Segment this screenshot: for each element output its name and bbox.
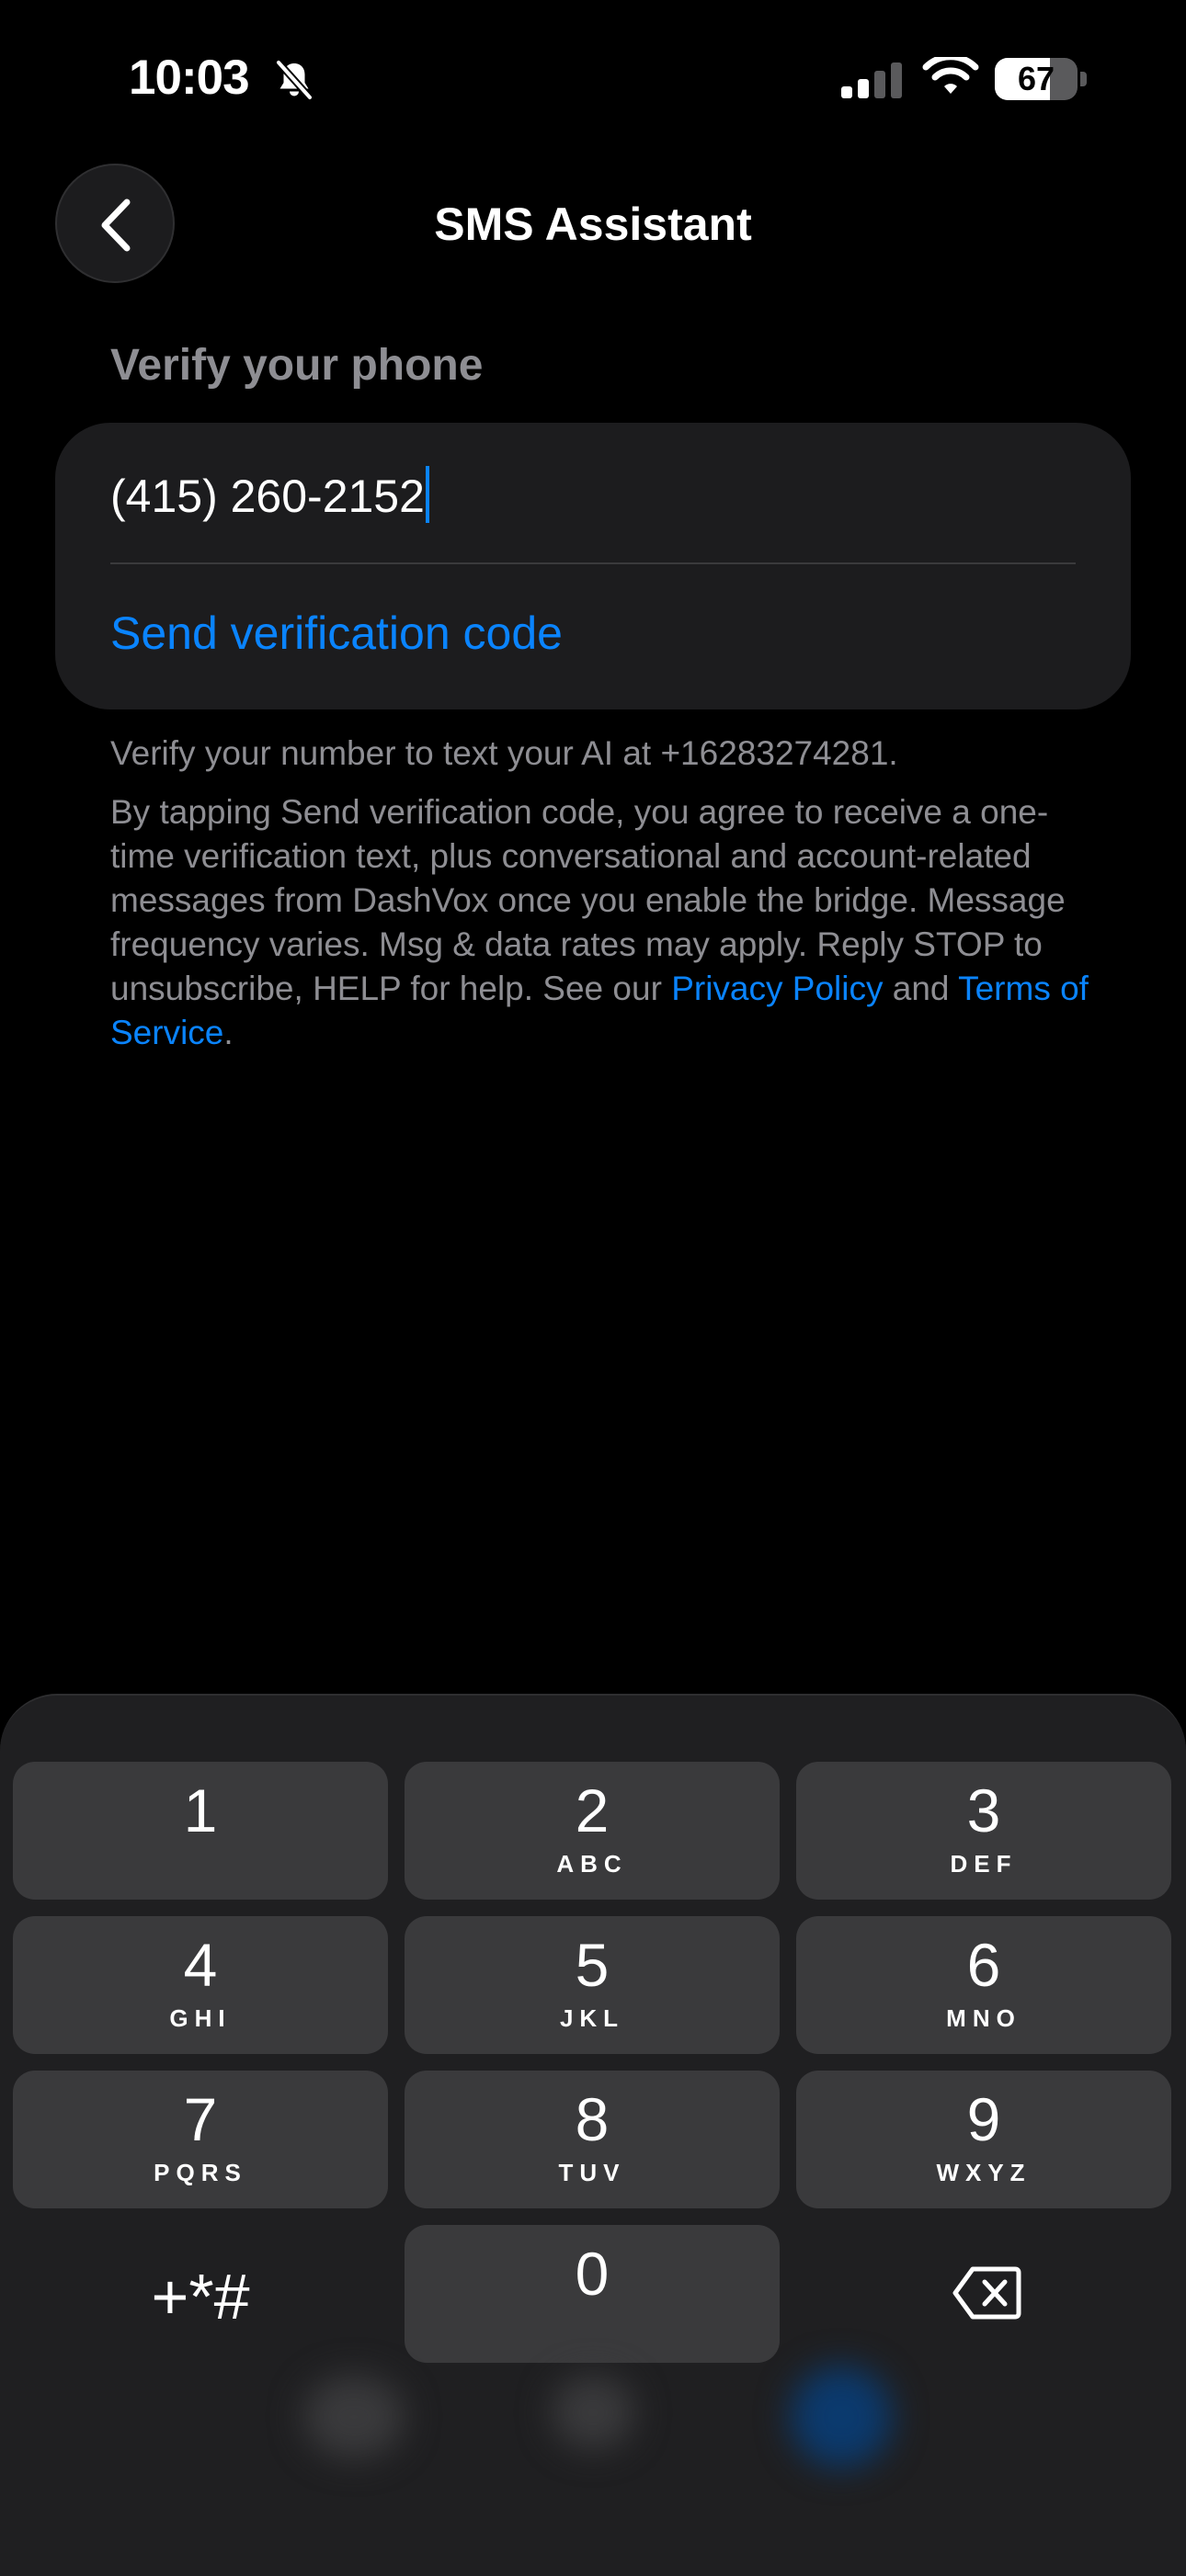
numeric-keypad: 1 2 ABC 3 DEF 4 GHI 5 JKL 6 MNO 7 PQRS 8… [0,1694,1186,2576]
key-4[interactable]: 4 GHI [13,1916,388,2054]
key-letters: ABC [556,1850,628,1878]
key-2[interactable]: 2 ABC [405,1762,780,1900]
key-7[interactable]: 7 PQRS [13,2071,388,2208]
delete-left-icon [952,2266,1021,2320]
consent-paragraph: By tapping Send verification code, you a… [110,790,1094,1055]
key-digit: 8 [575,2085,610,2153]
phone-number-input[interactable]: (415) 260-2152 [110,460,429,533]
consent-and: and [883,970,959,1007]
key-letters: TUV [558,2159,626,2186]
page-title: SMS Assistant [434,199,752,250]
battery-body: 67 [995,58,1078,100]
key-digit: 5 [575,1931,610,1999]
wifi-icon [922,57,979,94]
key-letters: PQRS [154,2159,247,2186]
text-caret [425,466,429,523]
key-9[interactable]: 9 WXYZ [796,2071,1171,2208]
phone-verification-card: (415) 260-2152 Send verification code [55,423,1131,709]
key-3[interactable]: 3 DEF [796,1762,1171,1900]
home-indicator [0,2564,1186,2570]
key-letters: JKL [559,2004,625,2032]
battery-level: 67 [1017,60,1055,97]
privacy-policy-link[interactable]: Privacy Policy [671,970,883,1007]
status-time: 10:03 [129,51,250,105]
key-digit: 0 [575,2240,610,2308]
key-letters: GHI [169,2004,232,2032]
key-8[interactable]: 8 TUV [405,2071,780,2208]
consent-end: . [223,1014,234,1051]
blurred-background-shape [552,2376,634,2449]
key-letters: DEF [950,1850,1018,1878]
key-digit: 1 [183,1776,218,1844]
cellular-signal-icon [841,62,902,98]
bell-slash-icon [275,59,314,101]
symbols-label: +*# [151,2261,250,2332]
section-header: Verify your phone [110,341,484,390]
key-letters: MNO [946,2004,1021,2032]
key-digit: 4 [183,1931,218,1999]
status-bar: 10:03 67 [0,0,1186,161]
blurred-background-shape [791,2366,892,2468]
helper-line-ai-number: Verify your number to text your AI at +1… [110,734,898,772]
key-6[interactable]: 6 MNO [796,1916,1171,2054]
key-1[interactable]: 1 [13,1762,388,1900]
key-letters: WXYZ [936,2159,1032,2186]
key-digit: 2 [575,1776,610,1844]
card-divider [110,562,1076,564]
key-digit: 7 [183,2085,218,2153]
symbols-key[interactable]: +*# [13,2225,388,2363]
phone-number-value: (415) 260-2152 [110,471,425,522]
key-5[interactable]: 5 JKL [405,1916,780,2054]
blurred-background-shape [303,2376,405,2458]
battery-cap [1080,72,1087,86]
helper-text: Verify your number to text your AI at +1… [110,732,1094,1055]
send-verification-code-button[interactable]: Send verification code [110,607,563,660]
key-digit: 9 [966,2085,1001,2153]
key-digit: 6 [966,1931,1001,1999]
battery-indicator: 67 [995,58,1087,100]
key-0[interactable]: 0 [405,2225,780,2363]
key-digit: 3 [966,1776,1001,1844]
backspace-key[interactable] [796,2225,1171,2363]
